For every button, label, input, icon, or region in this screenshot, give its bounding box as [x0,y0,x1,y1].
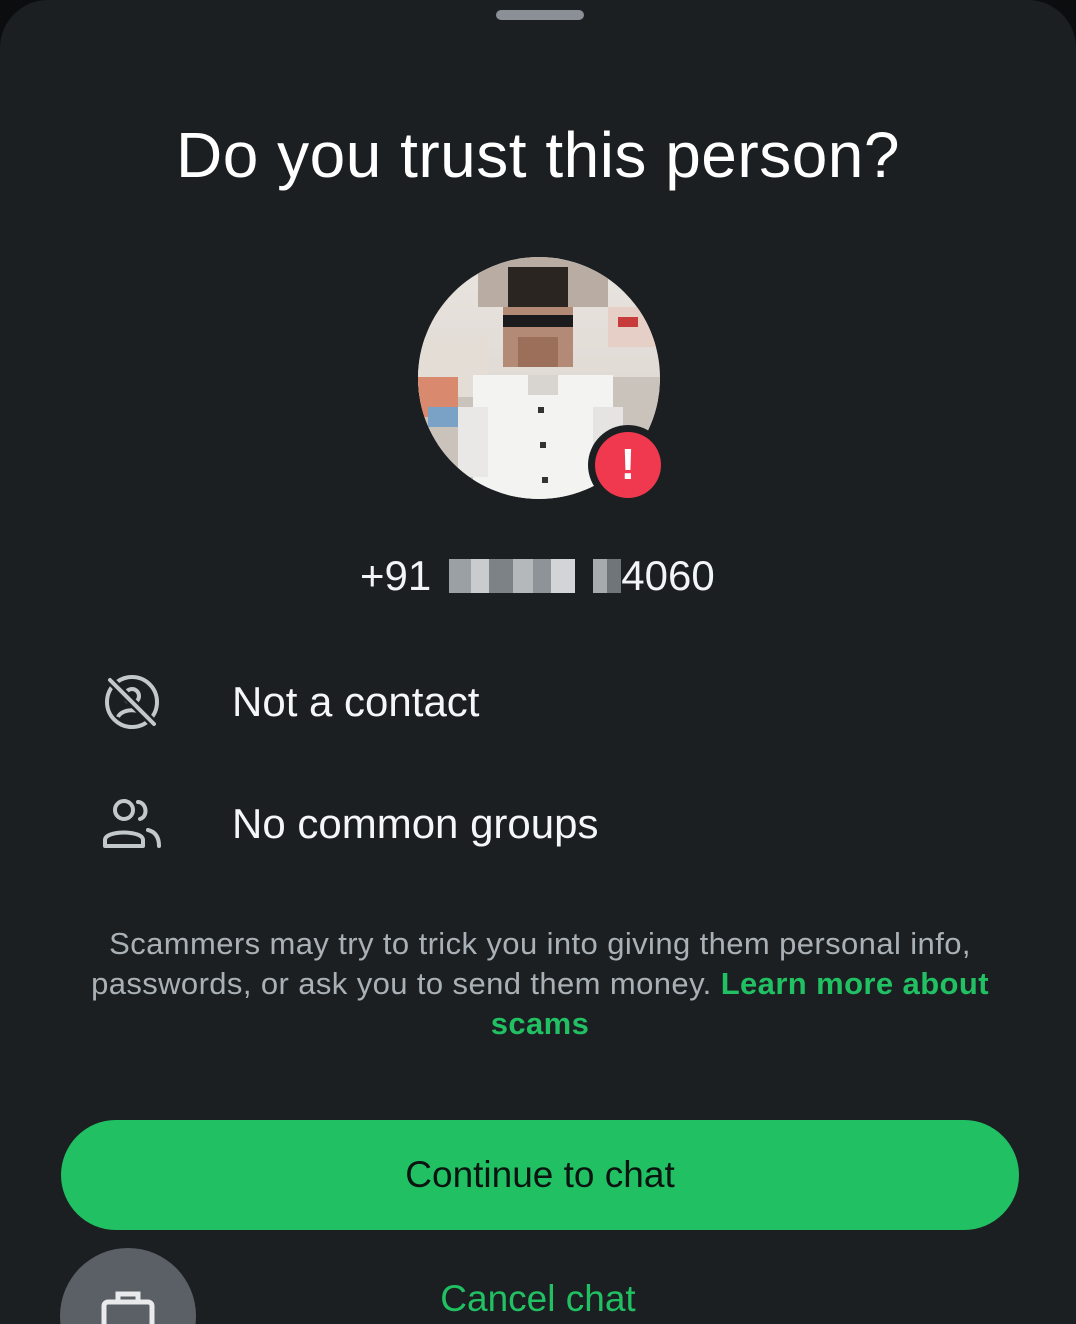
redacted-digits [449,559,576,593]
warning-badge: ! [588,425,668,505]
trust-bottom-sheet: Do you trust this person? ! +91 4060 Not… [0,0,1076,1324]
scam-notice: Scammers may try to trick you into givin… [60,924,1020,1044]
continue-to-chat-button[interactable]: Continue to chat [61,1120,1019,1230]
phone-suffix: 4060 [621,552,715,599]
info-row-groups: No common groups [98,790,599,858]
info-row-not-contact: Not a contact [98,668,479,736]
profile-photo-container: ! [418,257,668,505]
info-label: Not a contact [232,678,480,725]
sheet-title: Do you trust this person? [176,119,900,191]
floating-action-button[interactable] [60,1248,196,1324]
info-label: No common groups [232,800,599,847]
groups-icon [98,790,166,858]
redacted-digits [593,559,622,593]
cancel-chat-button[interactable]: Cancel chat [380,1278,696,1324]
not-a-contact-icon [98,668,166,736]
exclamation-icon: ! [595,432,661,498]
phone-prefix: +91 [360,552,432,599]
phone-number: +91 4060 [360,548,715,604]
drag-handle[interactable] [496,10,584,20]
bag-icon [101,1291,155,1324]
